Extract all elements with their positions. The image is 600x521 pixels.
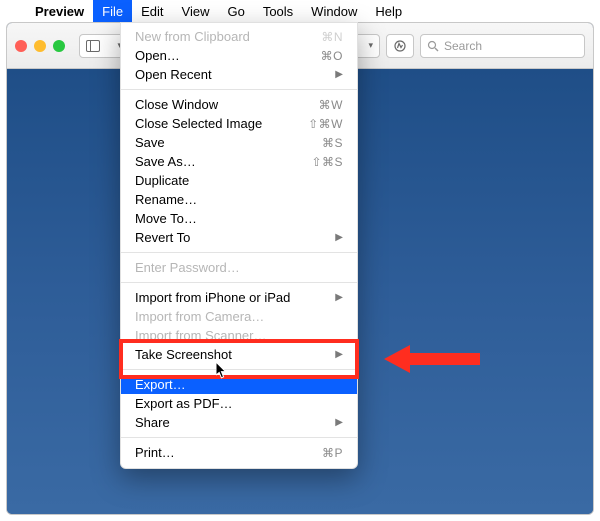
menu-item-label: Revert To [135,230,335,245]
menu-item-print[interactable]: Print…⌘P [121,443,357,462]
zoom-window-button[interactable] [53,40,65,52]
menu-item-label: Rename… [135,192,343,207]
submenu-indicator-icon: ▶ [335,349,343,360]
menu-item-label: Import from iPhone or iPad [135,290,335,305]
menu-edit[interactable]: Edit [132,0,172,22]
menu-item-shortcut: ⌘N [321,30,343,44]
window-controls [15,40,65,52]
submenu-indicator-icon: ▶ [335,69,343,80]
menu-separator [121,89,357,90]
menu-item-open[interactable]: Open…⌘O [121,46,357,65]
chevron-down-icon: ▾ [368,40,373,51]
menu-window[interactable]: Window [302,0,366,22]
menu-item-move-to[interactable]: Move To… [121,209,357,228]
menu-item-label: Open… [135,48,321,63]
menu-item-label: Save As… [135,154,311,169]
file-menu-dropdown: New from Clipboard⌘NOpen…⌘OOpen Recent▶C… [120,22,358,469]
menu-item-save[interactable]: Save⌘S [121,133,357,152]
menu-separator [121,252,357,253]
menu-item-label: Import from Camera… [135,309,343,324]
submenu-indicator-icon: ▶ [335,417,343,428]
menu-item-import-from-camera: Import from Camera… [121,307,357,326]
menu-item-label: Export as PDF… [135,396,343,411]
menu-separator [121,282,357,283]
menu-separator [121,437,357,438]
menu-item-take-screenshot[interactable]: Take Screenshot▶ [121,345,357,364]
menu-item-import-from-iphone-or-ipad[interactable]: Import from iPhone or iPad▶ [121,288,357,307]
menu-item-label: Share [135,415,335,430]
markup-icon [393,39,407,53]
menubar: Preview File Edit View Go Tools Window H… [0,0,600,22]
menu-item-shortcut: ⌘S [322,136,343,150]
menu-item-export-as-pdf[interactable]: Export as PDF… [121,394,357,413]
menu-item-shortcut: ⌘W [319,98,343,112]
menu-view[interactable]: View [173,0,219,22]
menu-item-label: Move To… [135,211,343,226]
markup-button[interactable] [386,34,414,58]
search-placeholder: Search [444,39,482,53]
menu-help[interactable]: Help [366,0,411,22]
menu-item-shortcut: ⇧⌘S [311,155,343,169]
menu-item-label: Enter Password… [135,260,343,275]
menu-item-label: New from Clipboard [135,29,321,44]
menu-item-label: Close Selected Image [135,116,308,131]
menu-go[interactable]: Go [218,0,253,22]
menu-item-label: Import from Scanner… [135,328,343,343]
menu-item-new-from-clipboard: New from Clipboard⌘N [121,27,357,46]
minimize-window-button[interactable] [34,40,46,52]
menu-item-label: Open Recent [135,67,335,82]
menu-item-label: Duplicate [135,173,343,188]
menu-item-export[interactable]: Export… [121,375,357,394]
menu-item-label: Print… [135,445,322,460]
close-window-button[interactable] [15,40,27,52]
menu-item-rename[interactable]: Rename… [121,190,357,209]
search-input[interactable]: Search [420,34,585,58]
menu-item-duplicate[interactable]: Duplicate [121,171,357,190]
menu-item-close-selected-image[interactable]: Close Selected Image⇧⌘W [121,114,357,133]
app-name[interactable]: Preview [26,0,93,22]
menu-file[interactable]: File [93,0,132,22]
menu-item-shortcut: ⌘P [322,446,343,460]
menu-item-open-recent[interactable]: Open Recent▶ [121,65,357,84]
menu-item-label: Take Screenshot [135,347,335,362]
sidebar-icon [86,40,100,52]
menu-item-import-from-scanner: Import from Scanner… [121,326,357,345]
menu-item-label: Export… [135,377,343,392]
menu-tools[interactable]: Tools [254,0,302,22]
submenu-indicator-icon: ▶ [335,232,343,243]
menu-item-enter-password: Enter Password… [121,258,357,277]
submenu-indicator-icon: ▶ [335,292,343,303]
search-icon [427,40,439,52]
menu-item-revert-to[interactable]: Revert To▶ [121,228,357,247]
menu-item-label: Save [135,135,322,150]
menu-item-shortcut: ⌘O [321,49,343,63]
menu-separator [121,369,357,370]
menu-item-close-window[interactable]: Close Window⌘W [121,95,357,114]
menu-item-label: Close Window [135,97,319,112]
menu-item-shortcut: ⇧⌘W [308,117,343,131]
menu-item-save-as[interactable]: Save As…⇧⌘S [121,152,357,171]
menu-item-share[interactable]: Share▶ [121,413,357,432]
